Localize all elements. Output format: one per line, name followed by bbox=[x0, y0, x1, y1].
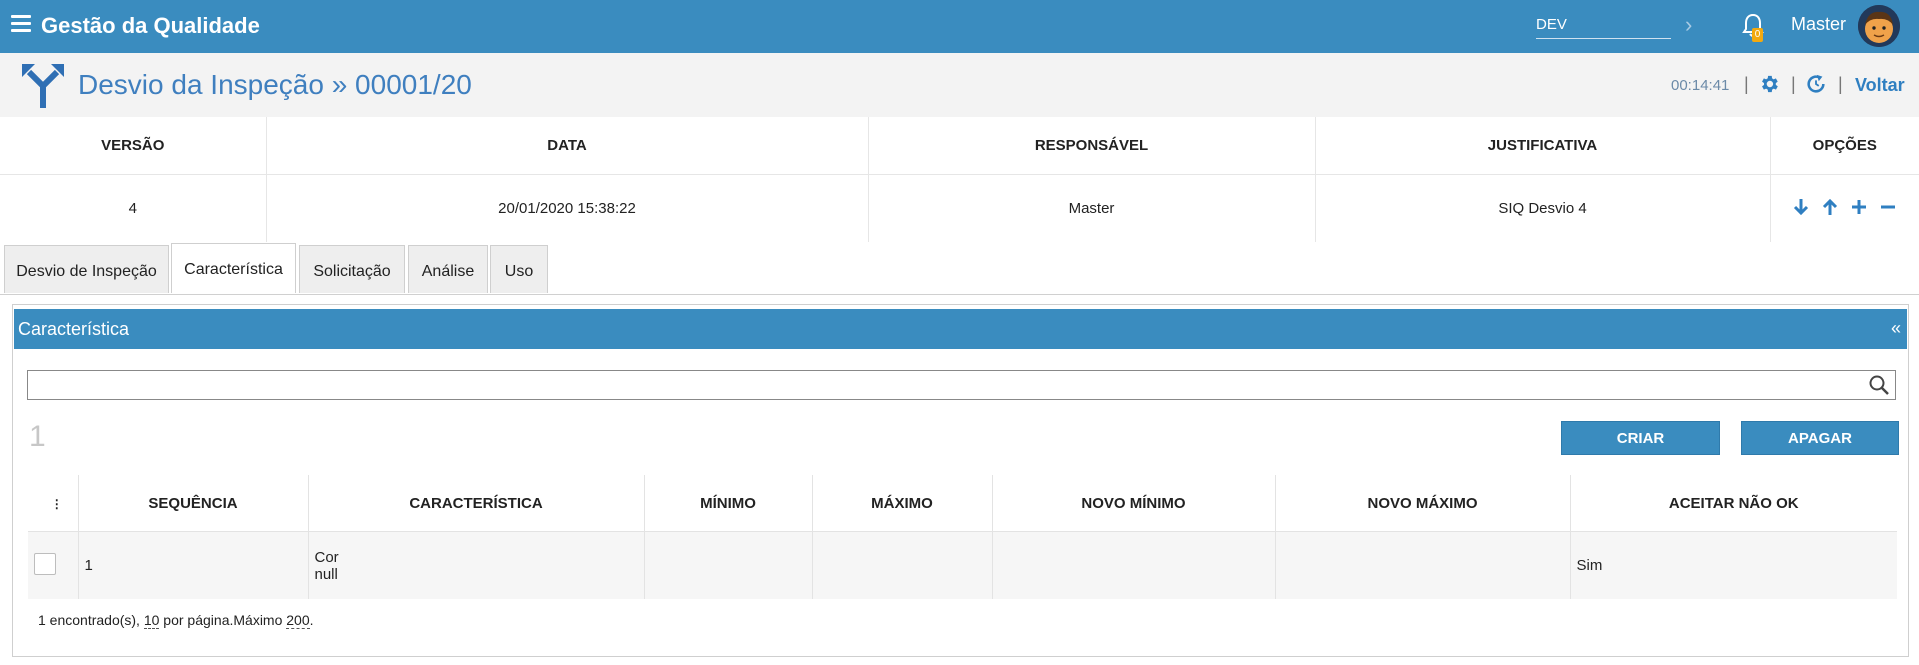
session-timer: 00:14:41 bbox=[1671, 77, 1730, 94]
pagination-info: 1 encontrado(s), 10 por página.Máximo 20… bbox=[38, 612, 314, 629]
caracteristica-detail: null bbox=[314, 565, 338, 583]
per-page-text: por página.Máximo bbox=[159, 612, 287, 628]
cell-sequencia: 1 bbox=[78, 531, 309, 599]
cell-aceitar-nao-ok: Sim bbox=[1570, 531, 1897, 599]
tab-analise[interactable]: Análise bbox=[408, 245, 488, 293]
app-title: Gestão da Qualidade bbox=[41, 13, 260, 38]
cell-novo-minimo bbox=[992, 531, 1276, 599]
column-header-caracteristica[interactable]: CARACTERÍSTICA bbox=[308, 475, 645, 532]
arrow-down-icon[interactable] bbox=[1791, 197, 1811, 217]
cell-data: 20/01/2020 15:38:22 bbox=[266, 174, 869, 242]
column-header-novo-minimo[interactable]: NOVO MÍNIMO bbox=[992, 475, 1276, 532]
gear-icon[interactable] bbox=[1758, 73, 1780, 95]
search-field bbox=[27, 370, 1896, 401]
column-header-data[interactable]: DATA bbox=[266, 117, 869, 175]
create-button[interactable]: CRIAR bbox=[1561, 421, 1720, 455]
environment-input[interactable] bbox=[1536, 10, 1671, 39]
versions-table: VERSÃO DATA RESPONSÁVEL JUSTIFICATIVA OP… bbox=[0, 117, 1919, 242]
avatar[interactable] bbox=[1858, 5, 1900, 47]
collapse-icon[interactable]: « bbox=[1891, 318, 1901, 339]
row-checkbox[interactable] bbox=[34, 552, 56, 575]
tab-solicitacao[interactable]: Solicitação bbox=[299, 245, 405, 293]
tab-caracteristica[interactable]: Característica bbox=[171, 243, 296, 293]
cell-responsavel: Master bbox=[868, 174, 1316, 242]
tab-uso[interactable]: Uso bbox=[490, 245, 548, 293]
separator: | bbox=[1838, 74, 1843, 94]
refresh-clock-icon[interactable] bbox=[1805, 73, 1827, 95]
column-header-novo-maximo[interactable]: NOVO MÁXIMO bbox=[1275, 475, 1571, 532]
max-select[interactable]: 200 bbox=[286, 612, 310, 629]
user-name[interactable]: Master bbox=[1791, 14, 1846, 35]
caracteristica-name: Cor bbox=[314, 548, 339, 566]
column-header-responsavel[interactable]: RESPONSÁVEL bbox=[868, 117, 1316, 175]
search-input[interactable] bbox=[28, 371, 1860, 401]
arrow-up-icon[interactable] bbox=[1820, 197, 1840, 217]
cell-caracteristica: Cor null bbox=[308, 531, 645, 599]
column-options-icon[interactable]: ⋮ bbox=[28, 475, 79, 532]
chevron-right-icon[interactable]: › bbox=[1685, 13, 1701, 37]
panel-title: Característica bbox=[18, 319, 130, 339]
delete-button[interactable]: APAGAR bbox=[1741, 421, 1899, 455]
cell-novo-maximo bbox=[1275, 531, 1571, 599]
cell-options bbox=[1770, 175, 1919, 243]
found-text: 1 encontrado(s), bbox=[38, 612, 144, 628]
minus-icon[interactable] bbox=[1878, 197, 1898, 217]
cell-minimo bbox=[644, 531, 813, 599]
per-page-select[interactable]: 10 bbox=[143, 612, 160, 629]
column-header-sequencia[interactable]: SEQUÊNCIA bbox=[78, 475, 309, 532]
caracteristica-table: ⋮ SEQUÊNCIA CARACTERÍSTICA MÍNIMO MÁXIMO… bbox=[28, 475, 1897, 599]
notification-badge: 0 bbox=[1752, 28, 1763, 42]
column-header-minimo[interactable]: MÍNIMO bbox=[644, 475, 813, 532]
search-icon[interactable] bbox=[1868, 374, 1890, 396]
cell-maximo bbox=[812, 531, 993, 599]
hamburger-icon[interactable] bbox=[11, 15, 31, 35]
column-header-maximo[interactable]: MÁXIMO bbox=[812, 475, 993, 532]
page-title: Desvio da Inspeção » 00001/20 bbox=[78, 69, 472, 100]
column-header-versao[interactable]: VERSÃO bbox=[0, 117, 267, 175]
back-link[interactable]: Voltar bbox=[1855, 75, 1905, 96]
record-count: 1 bbox=[29, 420, 46, 453]
fork-icon bbox=[22, 64, 64, 108]
cell-justificativa: SIQ Desvio 4 bbox=[1315, 174, 1771, 242]
tab-bar: Desvio de Inspeção Característica Solici… bbox=[0, 241, 1919, 295]
table-row[interactable]: 1 Cor null Sim bbox=[28, 531, 1897, 599]
separator: | bbox=[1791, 74, 1796, 94]
end-text: . bbox=[309, 612, 314, 628]
plus-icon[interactable] bbox=[1849, 197, 1869, 217]
separator: | bbox=[1744, 74, 1749, 94]
column-header-opcoes: OPÇÕES bbox=[1770, 117, 1919, 175]
tab-desvio-de-inspecao[interactable]: Desvio de Inspeção bbox=[4, 245, 169, 293]
cell-versao: 4 bbox=[0, 174, 267, 242]
table-row[interactable]: 4 20/01/2020 15:38:22 Master SIQ Desvio … bbox=[0, 174, 1919, 243]
column-header-justificativa[interactable]: JUSTIFICATIVA bbox=[1315, 117, 1771, 175]
column-header-aceitar-nao-ok[interactable]: ACEITAR NÃO OK bbox=[1570, 475, 1897, 532]
panel-header: Característica « bbox=[14, 309, 1907, 349]
